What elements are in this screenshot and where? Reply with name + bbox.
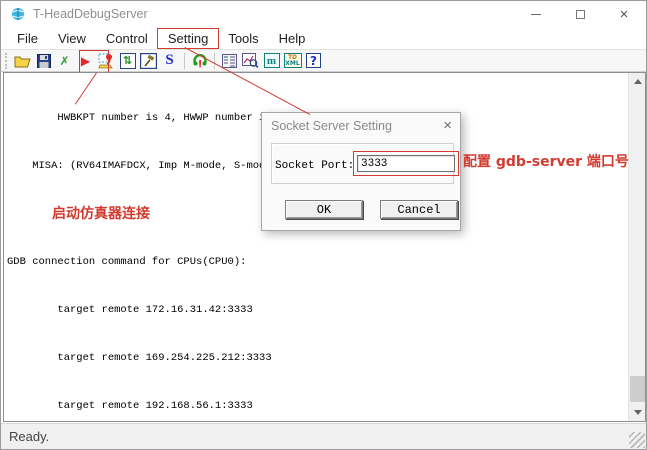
log-line: GDB connection command for CPUs(CPU0): [7, 254, 627, 270]
window-title: T-HeadDebugServer [33, 7, 148, 21]
scroll-up-button[interactable] [629, 73, 646, 90]
menu-tools[interactable]: Tools [218, 29, 268, 48]
menu-bar: File View Control Setting Tools Help [1, 27, 646, 49]
dialog-close-icon[interactable]: × [435, 117, 460, 134]
script-button[interactable]: S [159, 51, 180, 71]
socket-port-label: Socket Port: [275, 160, 354, 172]
sync-arrows-icon: ⇅ [120, 53, 136, 69]
menu-setting[interactable]: Setting [158, 29, 218, 48]
socket-port-input[interactable] [357, 155, 455, 172]
menu-view[interactable]: View [48, 29, 96, 48]
minimize-icon [531, 14, 541, 15]
scroll-down-icon [634, 410, 642, 415]
log-line: target remote 169.254.225.212:3333 [7, 350, 627, 366]
maximize-icon [576, 10, 585, 19]
maximize-button[interactable] [558, 1, 602, 27]
hammer-icon [140, 53, 157, 69]
connect-icon [192, 53, 208, 69]
scroll-up-icon [634, 79, 642, 84]
close-button[interactable]: × [602, 1, 646, 27]
log-line: target remote 192.168.56.1:3333 [7, 398, 627, 414]
status-text: Ready. [9, 429, 49, 444]
breakpoint-icon [98, 53, 115, 69]
connect-button[interactable] [189, 51, 210, 71]
help-button[interactable]: ? [303, 51, 324, 71]
toolbar-separator [214, 53, 215, 69]
build-button[interactable] [138, 51, 159, 71]
menu-help[interactable]: Help [269, 29, 316, 48]
configure-port-annotation: 配置 gdb-server 端口号 [463, 151, 629, 171]
save-floppy-icon [37, 54, 51, 68]
minimize-button[interactable] [514, 1, 558, 27]
toolbar-grip [5, 53, 9, 69]
breakpoint-button[interactable] [96, 51, 117, 71]
xml-icon: TDXML [284, 53, 302, 68]
script-s-icon: S [165, 52, 173, 69]
dialog-title-bar: Socket Server Setting × [262, 113, 460, 138]
sync-target-button[interactable]: ⇅ [117, 51, 138, 71]
app-logo-icon [11, 7, 25, 21]
kill-button[interactable]: ✗ [54, 51, 75, 71]
memory-button[interactable] [240, 51, 261, 71]
app-window: T-HeadDebugServer × File View Control Se… [0, 0, 647, 450]
title-bar: T-HeadDebugServer × [1, 1, 646, 27]
model-button[interactable]: m [261, 51, 282, 71]
model-m-icon: m [264, 53, 280, 68]
resize-grip-icon[interactable] [629, 432, 645, 448]
status-bar: Ready. [1, 423, 646, 449]
log-line: target remote 172.16.31.42:3333 [7, 302, 627, 318]
toolbar: ✗ ▶ ⇅ S [1, 49, 646, 72]
memory-chart-icon [242, 53, 259, 68]
scroll-down-button[interactable] [629, 404, 646, 421]
registers-button[interactable] [219, 51, 240, 71]
menu-control[interactable]: Control [96, 29, 158, 48]
scrollbar-thumb[interactable] [630, 376, 645, 402]
close-icon: × [620, 7, 629, 22]
registers-list-icon [222, 54, 237, 68]
run-play-icon: ▶ [81, 54, 90, 68]
menu-file[interactable]: File [7, 29, 48, 48]
open-folder-icon [14, 54, 32, 68]
save-button[interactable] [33, 51, 54, 71]
toolbar-separator [184, 53, 185, 69]
dialog-title: Socket Server Setting [262, 119, 392, 133]
vertical-scrollbar[interactable] [628, 73, 645, 421]
ok-button[interactable]: OK [285, 200, 363, 219]
run-button[interactable]: ▶ [75, 51, 96, 71]
open-file-button[interactable] [12, 51, 33, 71]
cancel-button[interactable]: Cancel [380, 200, 458, 219]
xml-button[interactable]: TDXML [282, 51, 303, 71]
kill-x-icon: ✗ [59, 54, 69, 68]
socket-server-setting-dialog: Socket Server Setting × Socket Port: OK … [261, 112, 461, 231]
help-question-icon: ? [306, 53, 321, 68]
